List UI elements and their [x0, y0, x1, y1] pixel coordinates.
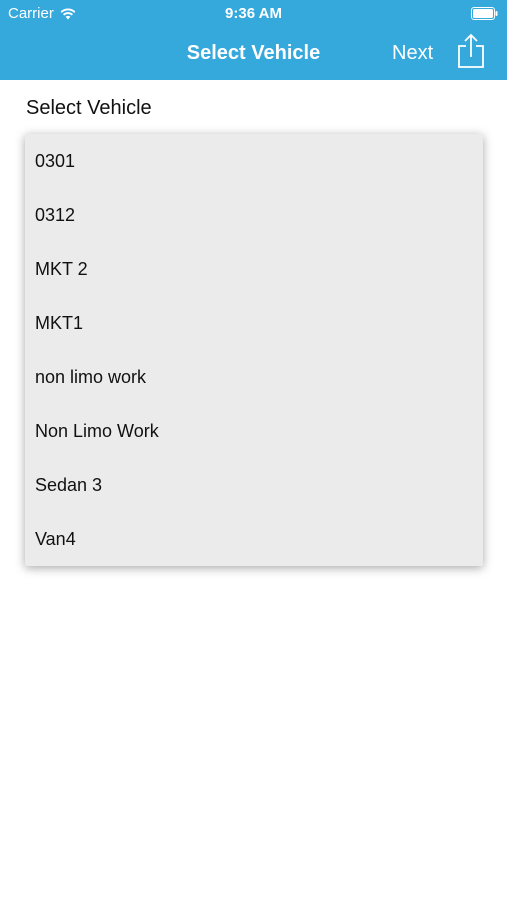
next-button[interactable]: Next [392, 40, 433, 66]
navigation-bar: Select Vehicle Next [0, 30, 507, 76]
select-vehicle-label: Select Vehicle [26, 97, 152, 119]
status-time: 9:36 AM [225, 5, 282, 22]
vehicle-option[interactable]: MKT 2 [25, 242, 483, 296]
vehicle-option[interactable]: 0312 [25, 188, 483, 242]
header: Carrier 9:36 AM Select Vehicle Next [0, 0, 507, 80]
battery-icon [471, 7, 498, 20]
vehicle-option[interactable]: Sedan 3 [25, 458, 483, 512]
vehicle-dropdown-list: 0301 0312 MKT 2 MKT1 non limo work Non L… [25, 134, 483, 566]
status-bar: Carrier 9:36 AM [0, 0, 507, 28]
vehicle-option[interactable]: 0301 [25, 134, 483, 188]
vehicle-option[interactable]: Van4 [25, 512, 483, 566]
share-icon[interactable] [456, 33, 486, 69]
vehicle-option[interactable]: MKT1 [25, 296, 483, 350]
vehicle-option[interactable]: Non Limo Work [25, 404, 483, 458]
vehicle-option[interactable]: non limo work [25, 350, 483, 404]
